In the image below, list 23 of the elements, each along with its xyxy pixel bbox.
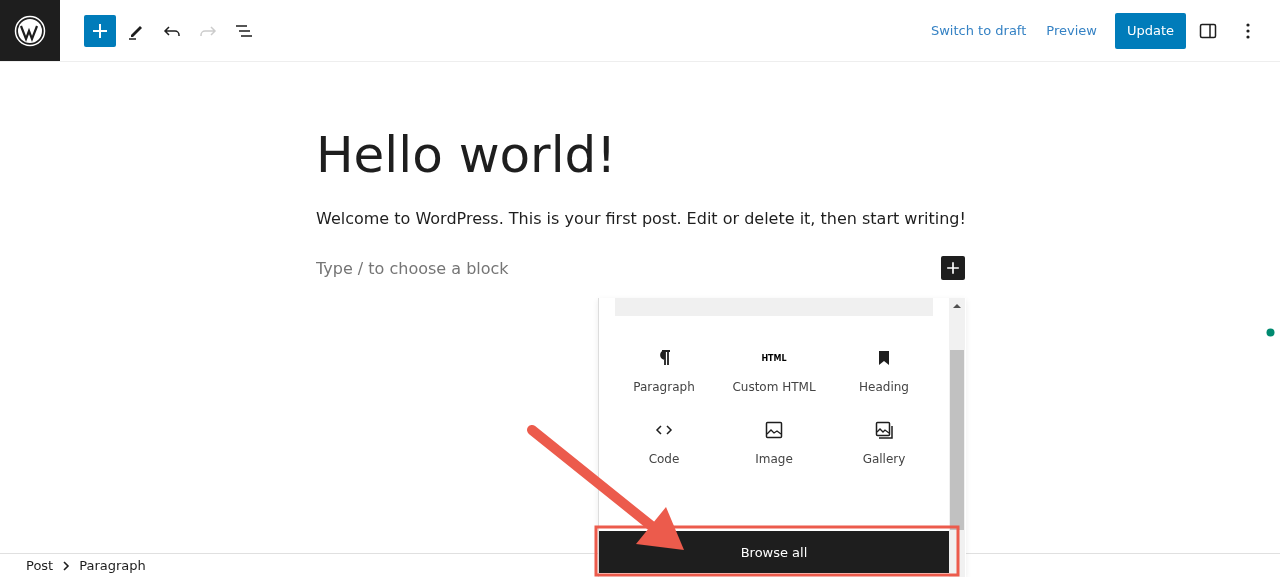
scrollbar[interactable] [949, 298, 965, 577]
breadcrumb-link[interactable]: Paragraph [79, 558, 146, 573]
html-icon: HTML [761, 353, 787, 363]
scroll-up-icon[interactable] [953, 303, 961, 309]
block-option[interactable]: Image [719, 418, 829, 466]
header-link[interactable]: Preview [1038, 15, 1105, 46]
block-option[interactable]: Paragraph [609, 346, 719, 394]
update-button[interactable]: Update [1114, 12, 1186, 49]
block-option[interactable]: Code [609, 418, 719, 466]
status-dot [1266, 328, 1275, 337]
browse-all-button[interactable]: Browse all [599, 531, 949, 573]
block-option[interactable]: Heading [829, 346, 939, 394]
more-options-icon [1246, 22, 1250, 39]
post-title[interactable]: Hello world! [316, 128, 617, 183]
chevron-icon [62, 560, 71, 571]
scrollbar-thumb[interactable] [950, 350, 964, 530]
post-paragraph[interactable]: Welcome to WordPress. This is your first post. Edit or delete it, then start writing! [316, 209, 966, 228]
add-block-button[interactable] [941, 256, 965, 280]
block-option[interactable]: HTML Custom HTML [719, 346, 829, 394]
wordpress-logo-icon[interactable] [14, 14, 46, 47]
header-link[interactable]: Switch to draft [923, 15, 1035, 46]
block-option[interactable]: Gallery [829, 418, 939, 466]
breadcrumb-link[interactable]: Post [26, 558, 54, 573]
